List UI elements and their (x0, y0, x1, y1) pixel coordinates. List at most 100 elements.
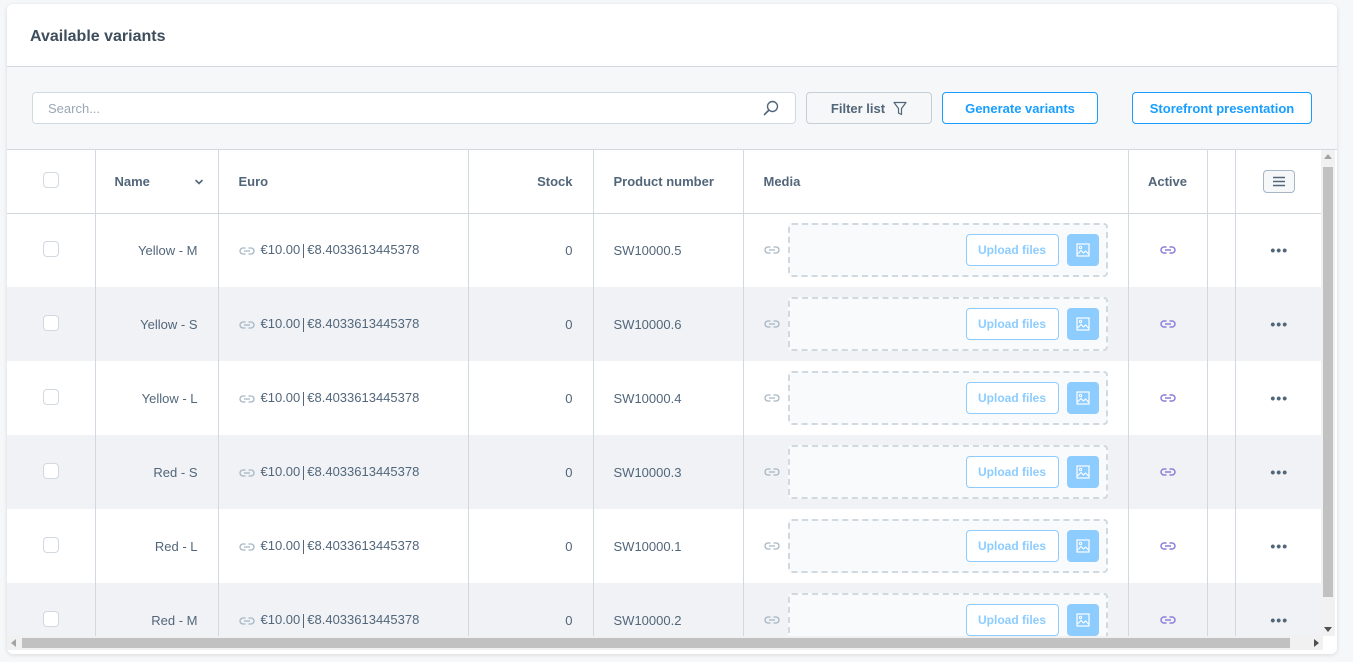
price-cell[interactable]: €10.00 €8.4033613445378 (218, 213, 469, 287)
price-cell[interactable]: €10.00 €8.4033613445378 (218, 435, 469, 509)
select-all-checkbox[interactable] (42, 171, 59, 188)
storefront-presentation-button[interactable]: Storefront presentation (1132, 92, 1312, 124)
inherit-link-icon[interactable] (763, 393, 780, 403)
variants-grid: Name Euro Stock Product number Media Act… (7, 150, 1323, 636)
column-header-euro[interactable]: Euro (218, 150, 469, 214)
inherit-link-icon[interactable] (763, 245, 780, 255)
price-separator (303, 317, 305, 332)
inherit-link-active-icon[interactable] (1159, 393, 1176, 403)
media-dropzone[interactable]: Upload files (787, 445, 1108, 499)
media-dropzone[interactable]: Upload files (787, 223, 1108, 278)
media-dropzone[interactable]: Upload files (787, 371, 1108, 425)
card-header: Available variants (7, 4, 1337, 67)
column-settings-button[interactable] (1263, 169, 1296, 193)
more-actions-icon[interactable]: ••• (1270, 390, 1288, 406)
scroll-left-arrow-icon[interactable] (11, 639, 16, 647)
horizontal-scrollbar[interactable] (7, 636, 1323, 650)
column-header-active[interactable]: Active (1128, 150, 1208, 214)
more-actions-icon[interactable]: ••• (1270, 464, 1288, 480)
media-library-button[interactable] (1066, 308, 1099, 340)
inherit-link-icon[interactable] (763, 467, 780, 477)
media-library-button[interactable] (1066, 382, 1099, 414)
variant-name: Red - S (95, 435, 219, 509)
row-checkbox[interactable] (42, 536, 59, 553)
upload-files-button[interactable]: Upload files (965, 530, 1059, 562)
inherit-link-icon[interactable] (763, 541, 780, 551)
product-number: SW10000.4 (593, 361, 744, 435)
inherit-link-active-icon[interactable] (1159, 615, 1176, 625)
media-library-button[interactable] (1066, 604, 1099, 636)
row-checkbox[interactable] (42, 610, 59, 627)
inherit-link-icon[interactable] (238, 616, 255, 626)
table-row[interactable]: Red - S €10.00 €8.4033613445378 0 SW10000… (7, 435, 1323, 509)
upload-files-button[interactable]: Upload files (965, 382, 1059, 414)
row-actions-cell: ••• (1235, 213, 1323, 287)
media-library-button[interactable] (1066, 234, 1099, 267)
media-library-button[interactable] (1066, 530, 1099, 562)
price-cell[interactable]: €10.00 €8.4033613445378 (218, 361, 469, 435)
more-actions-icon[interactable]: ••• (1270, 242, 1288, 258)
table-row[interactable]: Yellow - L €10.00 €8.4033613445378 0 SW10… (7, 361, 1323, 435)
media-cell: Upload files (743, 287, 1129, 361)
price-gross: €10.00 (260, 538, 301, 554)
inherit-link-active-icon[interactable] (1159, 467, 1176, 477)
table-row[interactable]: Yellow - M €10.00 €8.4033613445378 0 SW10… (7, 213, 1323, 287)
active-cell (1128, 287, 1208, 361)
more-actions-icon[interactable]: ••• (1270, 538, 1288, 554)
price-net: €8.4033613445378 (307, 612, 420, 628)
variants-card: Available variants Filter list Generate … (7, 4, 1337, 654)
column-header-media[interactable]: Media (743, 150, 1129, 214)
row-checkbox[interactable] (42, 314, 59, 331)
inherit-link-active-icon[interactable] (1159, 319, 1176, 329)
scroll-up-arrow-icon[interactable] (1324, 154, 1332, 159)
scroll-right-arrow-icon[interactable] (1314, 639, 1319, 647)
upload-files-button[interactable]: Upload files (965, 234, 1059, 267)
sort-chevron-down-icon[interactable] (194, 178, 204, 186)
table-row[interactable]: Red - L €10.00 €8.4033613445378 0 SW10000… (7, 509, 1323, 583)
table-row[interactable]: Yellow - S €10.00 €8.4033613445378 0 SW10… (7, 287, 1323, 361)
price-cell[interactable]: €10.00 €8.4033613445378 (218, 583, 469, 636)
row-checkbox[interactable] (42, 240, 59, 257)
scroll-down-arrow-icon[interactable] (1324, 627, 1332, 632)
inherit-link-icon[interactable] (238, 394, 255, 404)
row-checkbox[interactable] (42, 462, 59, 479)
row-checkbox[interactable] (42, 388, 59, 405)
upload-files-button[interactable]: Upload files (965, 456, 1059, 488)
upload-files-button[interactable]: Upload files (965, 604, 1059, 636)
search-input[interactable] (33, 93, 733, 123)
stock-value: 0 (468, 509, 594, 583)
vertical-scrollbar[interactable] (1321, 150, 1335, 636)
media-dropzone[interactable]: Upload files (787, 297, 1108, 351)
media-dropzone[interactable]: Upload files (787, 593, 1108, 636)
table-row[interactable]: Red - M €10.00 €8.4033613445378 0 SW10000… (7, 583, 1323, 636)
price-cell[interactable]: €10.00 €8.4033613445378 (218, 287, 469, 361)
media-dropzone[interactable]: Upload files (787, 519, 1108, 573)
column-header-name[interactable]: Name (95, 150, 219, 214)
image-icon (1075, 539, 1090, 553)
inherit-link-active-icon[interactable] (1159, 541, 1176, 551)
filter-list-button[interactable]: Filter list (806, 92, 932, 124)
inherit-link-active-icon[interactable] (1159, 245, 1176, 255)
search-icon[interactable] (763, 100, 779, 116)
filter-icon (893, 101, 907, 115)
inherit-link-icon[interactable] (238, 246, 255, 256)
column-header-stock[interactable]: Stock (468, 150, 594, 214)
stock-value: 0 (468, 287, 594, 361)
inherit-link-icon[interactable] (763, 615, 780, 625)
vertical-scrollbar-thumb[interactable] (1323, 167, 1333, 597)
media-library-button[interactable] (1066, 456, 1099, 488)
column-header-product-number[interactable]: Product number (593, 150, 744, 214)
more-actions-icon[interactable]: ••• (1270, 316, 1288, 332)
inherit-link-icon[interactable] (238, 542, 255, 552)
horizontal-scrollbar-thumb[interactable] (22, 638, 1290, 648)
inherit-link-icon[interactable] (763, 319, 780, 329)
inherit-link-icon[interactable] (238, 320, 255, 330)
product-number: SW10000.2 (593, 583, 744, 636)
inherit-link-icon[interactable] (238, 468, 255, 478)
search-field[interactable] (32, 92, 796, 124)
upload-files-button[interactable]: Upload files (965, 308, 1059, 340)
row-select-cell (7, 361, 96, 435)
generate-variants-button[interactable]: Generate variants (942, 92, 1098, 124)
more-actions-icon[interactable]: ••• (1270, 612, 1288, 628)
price-cell[interactable]: €10.00 €8.4033613445378 (218, 509, 469, 583)
